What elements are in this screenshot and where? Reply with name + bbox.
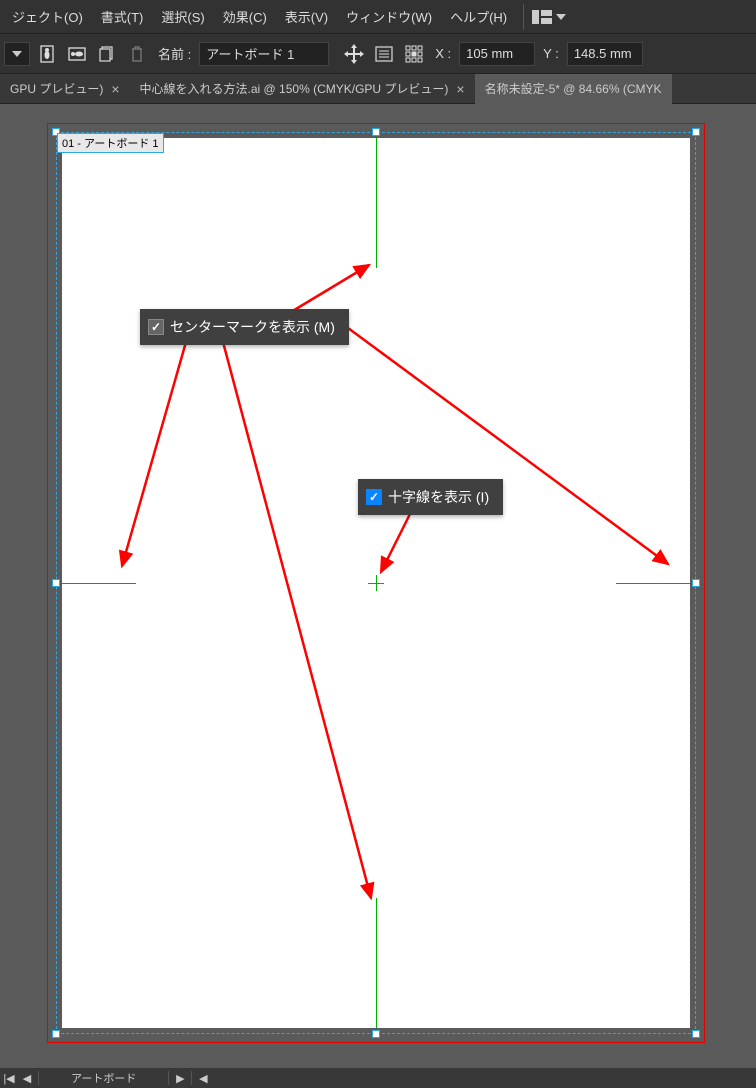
tab-label: 名称未設定-5* @ 84.66% (CMYK — [485, 80, 662, 97]
option-show-center-mark[interactable]: ✓ センターマークを表示 (M) — [140, 309, 349, 345]
reference-point-icon[interactable] — [401, 41, 427, 67]
menu-format[interactable]: 書式(T) — [93, 3, 152, 30]
x-label: X : — [435, 46, 451, 61]
orientation-portrait-icon[interactable] — [34, 41, 60, 67]
tab-2-active[interactable]: 名称未設定-5* @ 84.66% (CMYK — [475, 74, 672, 104]
center-mark-left — [62, 583, 136, 584]
menu-separator — [523, 4, 524, 30]
separator — [38, 1071, 39, 1085]
option-label: センターマークを表示 (M) — [170, 317, 335, 337]
scroll-left-icon[interactable]: ◀ — [194, 1072, 212, 1085]
close-icon[interactable]: × — [456, 81, 464, 97]
checkbox-icon[interactable]: ✓ — [366, 489, 382, 505]
close-icon[interactable]: × — [111, 81, 119, 97]
preset-dropdown[interactable] — [4, 42, 30, 66]
status-artboard-label: アートボード — [71, 1070, 136, 1086]
y-coord-input[interactable] — [567, 42, 643, 66]
menu-effect[interactable]: 効果(C) — [215, 3, 275, 30]
y-label: Y : — [543, 46, 559, 61]
chevron-down-icon[interactable] — [554, 8, 568, 26]
menu-window[interactable]: ウィンドウ(W) — [338, 3, 440, 30]
option-show-crosshair[interactable]: ✓ 十字線を表示 (I) — [358, 479, 503, 515]
control-bar: 名前 : X : Y : — [0, 34, 756, 74]
option-label: 十字線を表示 (I) — [388, 487, 489, 507]
name-label: 名前 : — [158, 44, 191, 63]
menu-bar: ジェクト(O) 書式(T) 選択(S) 効果(C) 表示(V) ウィンドウ(W)… — [0, 0, 756, 34]
menu-object[interactable]: ジェクト(O) — [4, 3, 91, 30]
artboard-name-input[interactable] — [199, 42, 329, 66]
new-artboard-icon[interactable] — [94, 41, 120, 67]
tab-1[interactable]: 中心線を入れる方法.ai @ 150% (CMYK/GPU プレビュー) × — [130, 74, 475, 104]
separator — [191, 1071, 192, 1085]
crosshair-v — [376, 575, 377, 591]
menu-select[interactable]: 選択(S) — [153, 3, 212, 30]
delete-artboard-icon[interactable] — [124, 41, 150, 67]
menu-view[interactable]: 表示(V) — [277, 3, 336, 30]
menu-help[interactable]: ヘルプ(H) — [442, 3, 515, 30]
first-artboard-icon[interactable]: |◀ — [0, 1072, 18, 1085]
tab-0[interactable]: GPU プレビュー) × — [0, 74, 130, 104]
artboard[interactable]: 01 - アートボード 1 ✓ センターマークを表示 (M) ✓ 十字線を表示 … — [48, 124, 704, 1042]
tab-label: 中心線を入れる方法.ai @ 150% (CMYK/GPU プレビュー) — [140, 80, 449, 97]
checkbox-icon[interactable]: ✓ — [148, 319, 164, 335]
x-coord-input[interactable] — [459, 42, 535, 66]
artboard-options-icon[interactable] — [371, 41, 397, 67]
separator — [168, 1071, 169, 1085]
center-mark-top — [376, 138, 377, 268]
center-mark-right — [616, 583, 690, 584]
arrange-docs-icon[interactable] — [532, 8, 552, 26]
canvas-area[interactable]: 01 - アートボード 1 ✓ センターマークを表示 (M) ✓ 十字線を表示 … — [0, 104, 756, 1068]
next-artboard-icon[interactable]: ▶ — [171, 1072, 189, 1085]
prev-artboard-icon[interactable]: ◀ — [18, 1072, 36, 1085]
center-mark-bottom — [376, 898, 377, 1028]
artboard-label[interactable]: 01 - アートボード 1 — [57, 133, 164, 153]
status-bar: |◀ ◀ アートボード ▶ ◀ — [0, 1068, 756, 1088]
orientation-landscape-icon[interactable] — [64, 41, 90, 67]
tab-bar: GPU プレビュー) × 中心線を入れる方法.ai @ 150% (CMYK/G… — [0, 74, 756, 104]
move-artwork-icon[interactable] — [341, 41, 367, 67]
tab-label: GPU プレビュー) — [10, 80, 103, 97]
